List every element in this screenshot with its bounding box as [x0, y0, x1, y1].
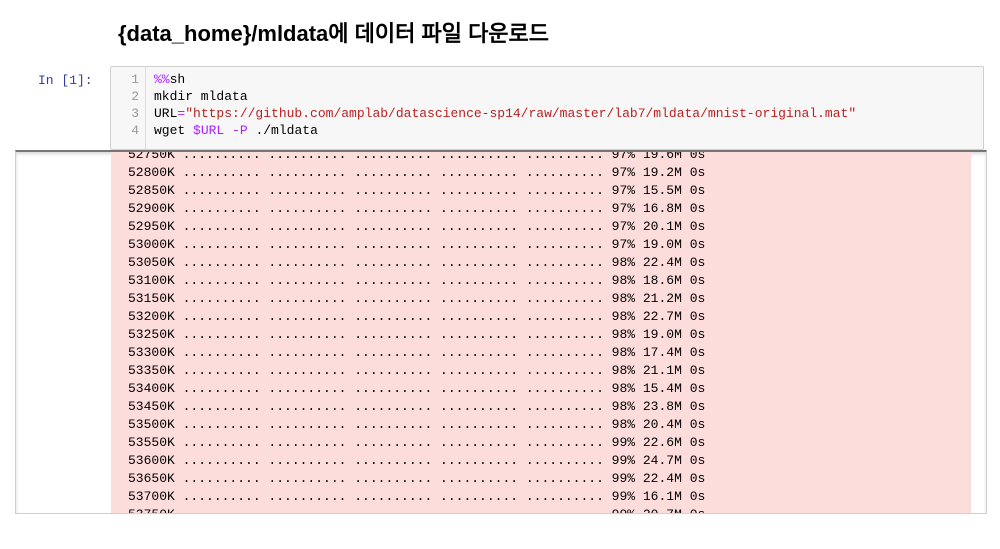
- code-token: %%: [154, 72, 170, 87]
- output-line: 53300K .......... .......... .......... …: [128, 345, 706, 360]
- output-line: 52900K .......... .......... .......... …: [128, 201, 706, 216]
- code-token: URL: [154, 106, 178, 121]
- output-line: 53550K .......... .......... .......... …: [128, 435, 706, 450]
- output-line: 53150K .......... .......... .......... …: [128, 291, 706, 306]
- code-text[interactable]: mkdir mldata: [154, 88, 248, 105]
- output-line: 52750K .......... .......... .......... …: [128, 152, 706, 162]
- output-line: 53450K .......... .......... .......... …: [128, 399, 706, 414]
- code-token: sh: [169, 72, 186, 87]
- code-text[interactable]: %%sh: [154, 71, 185, 88]
- line-number: 4: [131, 123, 139, 138]
- output-line: 53350K .......... .......... .......... …: [128, 363, 706, 378]
- page-heading: {data_home}/mldata에 데이터 파일 다운로드: [118, 21, 550, 46]
- code-cell-editor[interactable]: 1 %%sh 2 mkdir mldata 3 URL="https://github.c…: [110, 66, 984, 150]
- output-line: 53650K .......... .......... .......... …: [128, 471, 706, 486]
- code-token: mkdir mldata: [154, 89, 248, 104]
- code-token: wget: [154, 123, 194, 138]
- output-line: 53700K .......... .......... .......... …: [128, 489, 706, 504]
- output-line: 53100K .......... .......... .......... …: [128, 273, 706, 288]
- output-line: 53250K .......... .......... .......... …: [128, 327, 706, 342]
- output-line: 53000K .......... .......... .......... …: [128, 237, 706, 252]
- code-text[interactable]: wget $URL -P ./mldata: [154, 122, 318, 139]
- output-line: 53200K .......... .......... .......... …: [128, 309, 706, 324]
- code-token: -P: [232, 123, 248, 138]
- output-line: 53600K .......... .......... .......... …: [128, 453, 706, 468]
- output-line: 53750K .......... .......... .......... …: [128, 506, 705, 513]
- output-line: 52850K .......... .......... .......... …: [128, 183, 706, 198]
- code-token: ./mldata: [247, 123, 318, 138]
- output-line: 53400K .......... .......... .......... …: [128, 381, 706, 396]
- code-text[interactable]: URL="https://github.com/amplab/datascien…: [154, 105, 856, 122]
- code-token: $URL: [193, 123, 225, 138]
- output-line: 52800K .......... .......... .......... …: [128, 165, 706, 180]
- output-line: 52950K .......... .......... .......... …: [128, 219, 706, 234]
- stderr-output: 52750K .......... .......... .......... …: [111, 152, 971, 513]
- line-number: 1: [131, 72, 139, 87]
- code-token: "https://github.com/amplab/datascience-s…: [185, 106, 857, 121]
- input-prompt: In [1]:: [38, 73, 93, 88]
- output-line: 53050K .......... .......... .......... …: [128, 255, 706, 270]
- line-number: 2: [131, 89, 139, 104]
- line-number: 3: [131, 106, 139, 121]
- output-area[interactable]: 52750K .......... .......... .......... …: [15, 150, 987, 514]
- output-line: 53500K .......... .......... .......... …: [128, 417, 706, 432]
